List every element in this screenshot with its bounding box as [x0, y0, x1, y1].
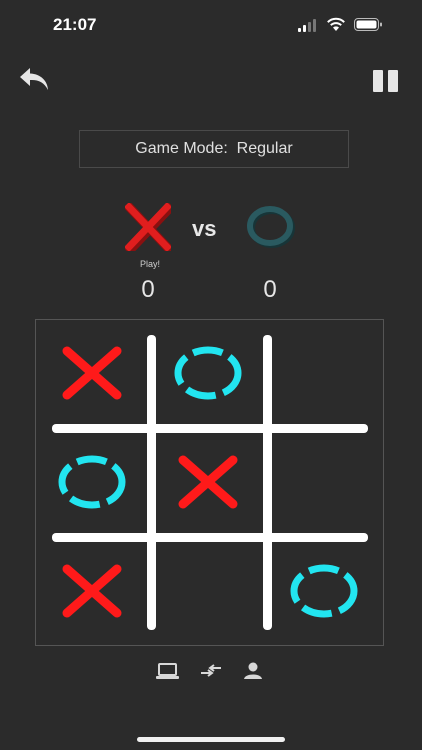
status-icons [298, 17, 388, 33]
score-o: 0 [263, 276, 277, 303]
pause-button[interactable] [372, 70, 400, 92]
swap-arrows-icon [201, 664, 221, 677]
x-mark [178, 455, 238, 509]
undo-button[interactable] [18, 64, 54, 96]
o-mark [58, 455, 126, 509]
o-mark [290, 564, 358, 618]
status-bar: 21:07 [0, 0, 422, 50]
board-cell-3-3[interactable] [272, 541, 376, 641]
game-mode-value: Regular [236, 140, 293, 157]
laptop-icon [156, 663, 179, 679]
player-o-symbol [247, 206, 295, 248]
board-cell-3-2[interactable] [156, 541, 260, 641]
x-mark [62, 564, 122, 618]
wifi-icon [327, 17, 345, 31]
score-x: 0 [141, 276, 155, 303]
home-indicator[interactable] [137, 737, 285, 742]
board-cell-1-2[interactable] [156, 323, 260, 423]
status-time: 21:07 [53, 15, 97, 34]
cellular-signal-icon [298, 19, 316, 32]
board-cell-2-2[interactable] [156, 432, 260, 532]
person-icon [244, 662, 262, 679]
battery-icon [354, 18, 382, 31]
player-x-symbol [125, 203, 171, 251]
board-cell-2-1[interactable] [40, 432, 144, 532]
o-mark [174, 346, 242, 400]
grid-line-vertical-1 [147, 335, 156, 630]
pause-icon [373, 70, 398, 92]
human-player-button[interactable] [240, 660, 266, 682]
game-mode-selector[interactable]: Game Mode: Regular [79, 130, 349, 168]
board-cell-2-3[interactable] [272, 432, 376, 532]
player-controls [0, 660, 422, 684]
swap-players-button[interactable] [198, 660, 224, 682]
computer-player-button[interactable] [155, 660, 181, 682]
versus-label: vs [192, 216, 217, 241]
grid-line-vertical-2 [263, 335, 272, 630]
undo-arrow-icon [20, 68, 48, 90]
board-cell-1-3[interactable] [272, 323, 376, 423]
game-mode-label: Game Mode: [135, 140, 228, 157]
x-mark [62, 346, 122, 400]
board-cell-1-1[interactable] [40, 323, 144, 423]
turn-indicator: Play! [139, 259, 160, 269]
board-cell-3-1[interactable] [40, 541, 144, 641]
